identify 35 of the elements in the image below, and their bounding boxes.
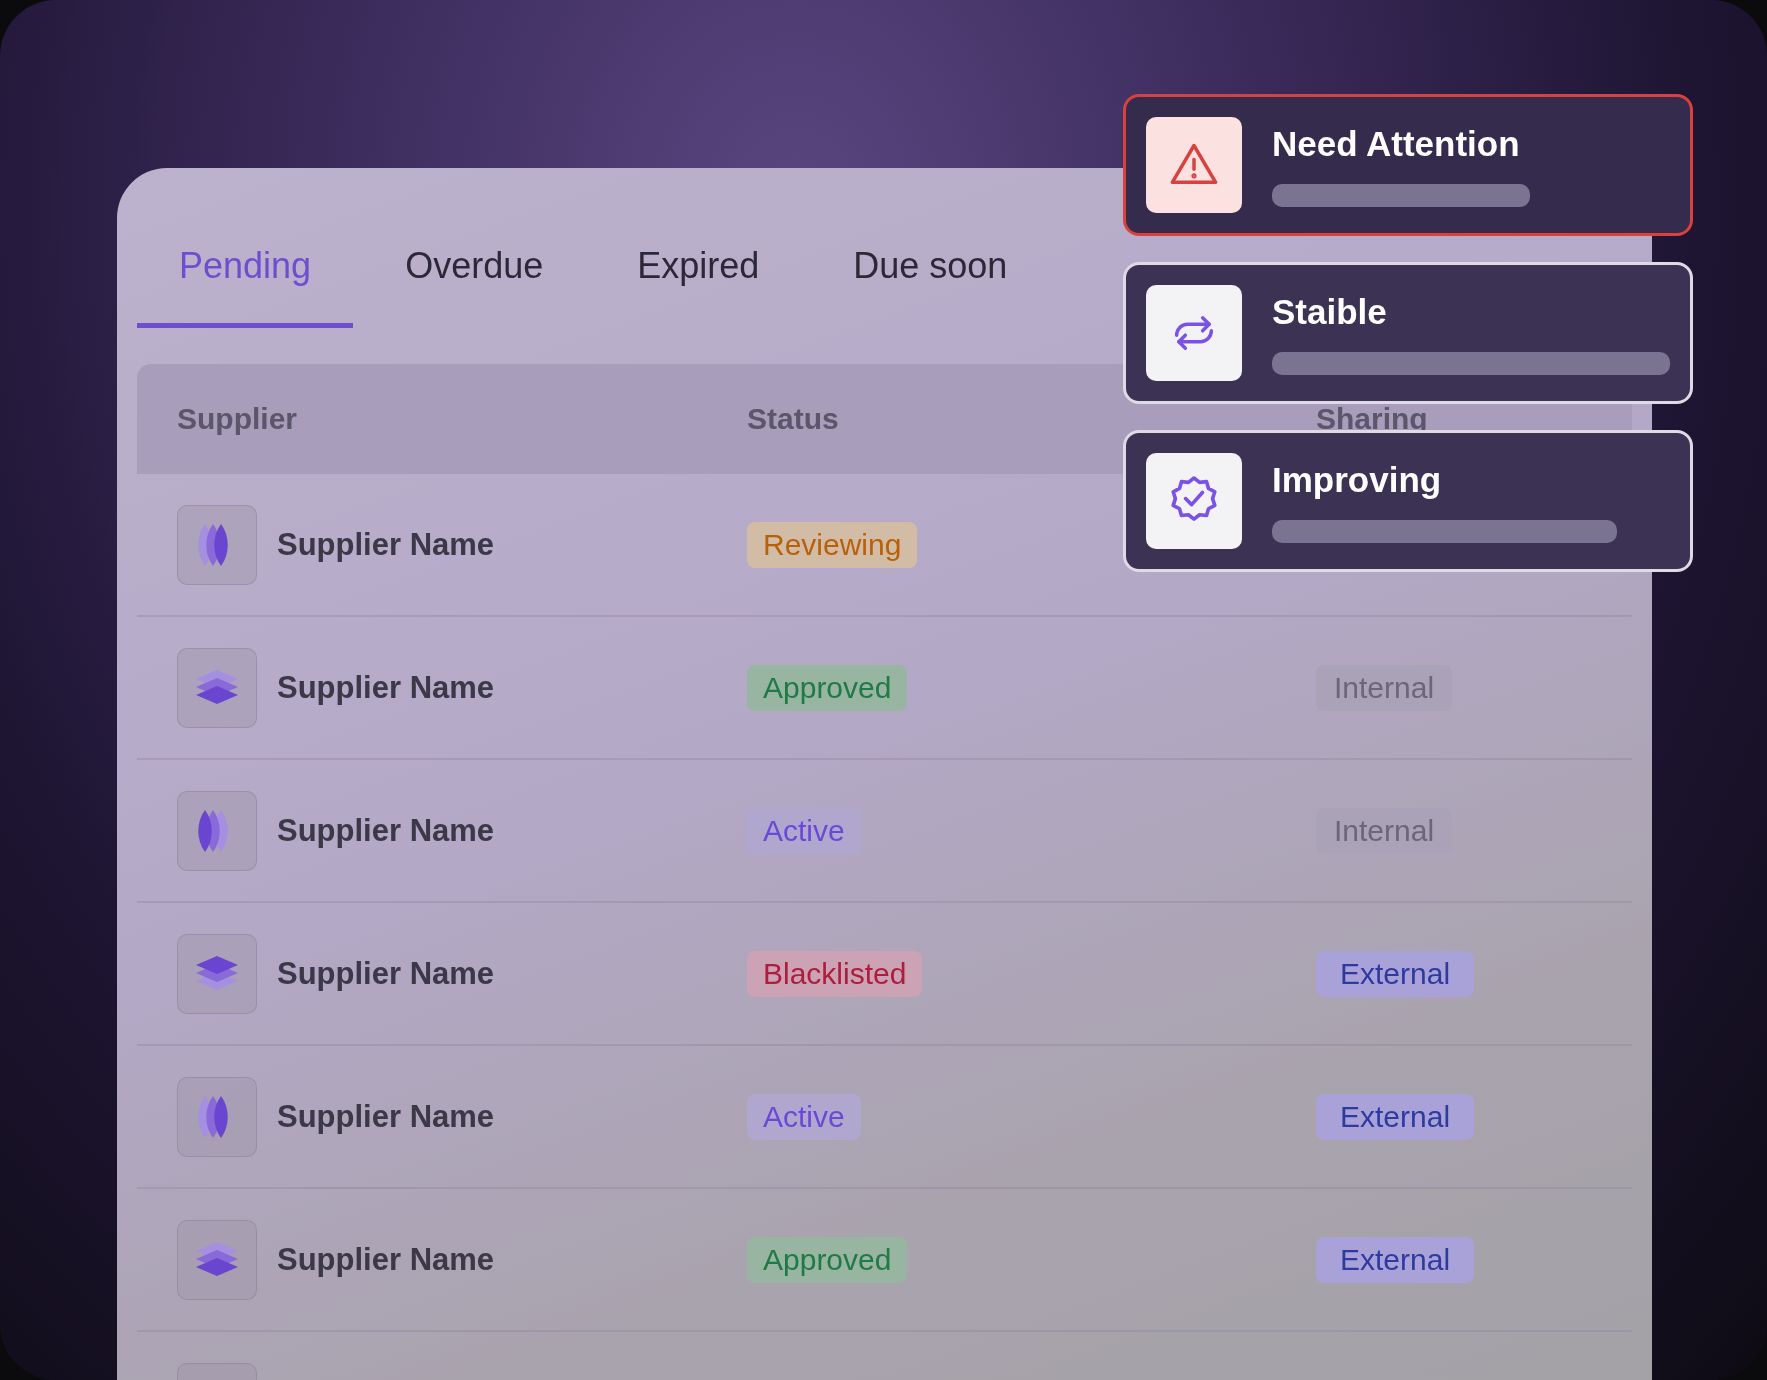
supplier-logo-icon <box>177 1076 257 1157</box>
column-header: Supplier <box>176 402 298 436</box>
column-header: Sharing <box>1316 402 1429 436</box>
sharing-badge: External <box>1316 1093 1475 1140</box>
supplier-logo-icon <box>177 1219 257 1300</box>
status-badge: Active <box>747 807 861 854</box>
status-badge: Reviewing <box>747 521 918 568</box>
card-title: Improving <box>1272 459 1443 500</box>
card-title: Need Attention <box>1272 123 1521 164</box>
supplier-logo-icon <box>177 647 257 728</box>
tab[interactable]: Due soon <box>811 168 1050 328</box>
sharing-badge: Internal <box>1316 664 1453 711</box>
supplier-name: Supplier Name <box>277 669 495 706</box>
tab[interactable]: Overdue <box>363 168 586 328</box>
supplier-logo-icon <box>177 790 257 871</box>
verified-badge-icon <box>1146 453 1242 549</box>
sharing-badge: External <box>1316 1236 1475 1283</box>
supplier-name: Supplier Name <box>277 1098 495 1135</box>
status-badge: Approved <box>747 664 908 711</box>
status-badge: Approved <box>747 1236 908 1283</box>
supplier-name: Supplier Name <box>277 812 495 849</box>
status-badge: Active <box>747 1093 861 1140</box>
tab[interactable]: Expired <box>595 168 802 328</box>
status-badge: Blacklisted <box>747 950 923 997</box>
refresh-icon <box>1146 285 1242 381</box>
card-title: Staible <box>1272 291 1388 332</box>
supplier-logo-icon <box>177 504 257 585</box>
supplier-logo-icon <box>177 933 257 1014</box>
supplier-name: Supplier Name <box>277 1241 495 1278</box>
supplier-name: Supplier Name <box>277 955 495 992</box>
supplier-name: Supplier Name <box>277 526 495 563</box>
warning-icon <box>1146 117 1242 213</box>
sharing-badge: Internal <box>1316 807 1453 854</box>
sharing-badge: External <box>1316 950 1475 997</box>
column-header: Status <box>747 402 840 436</box>
